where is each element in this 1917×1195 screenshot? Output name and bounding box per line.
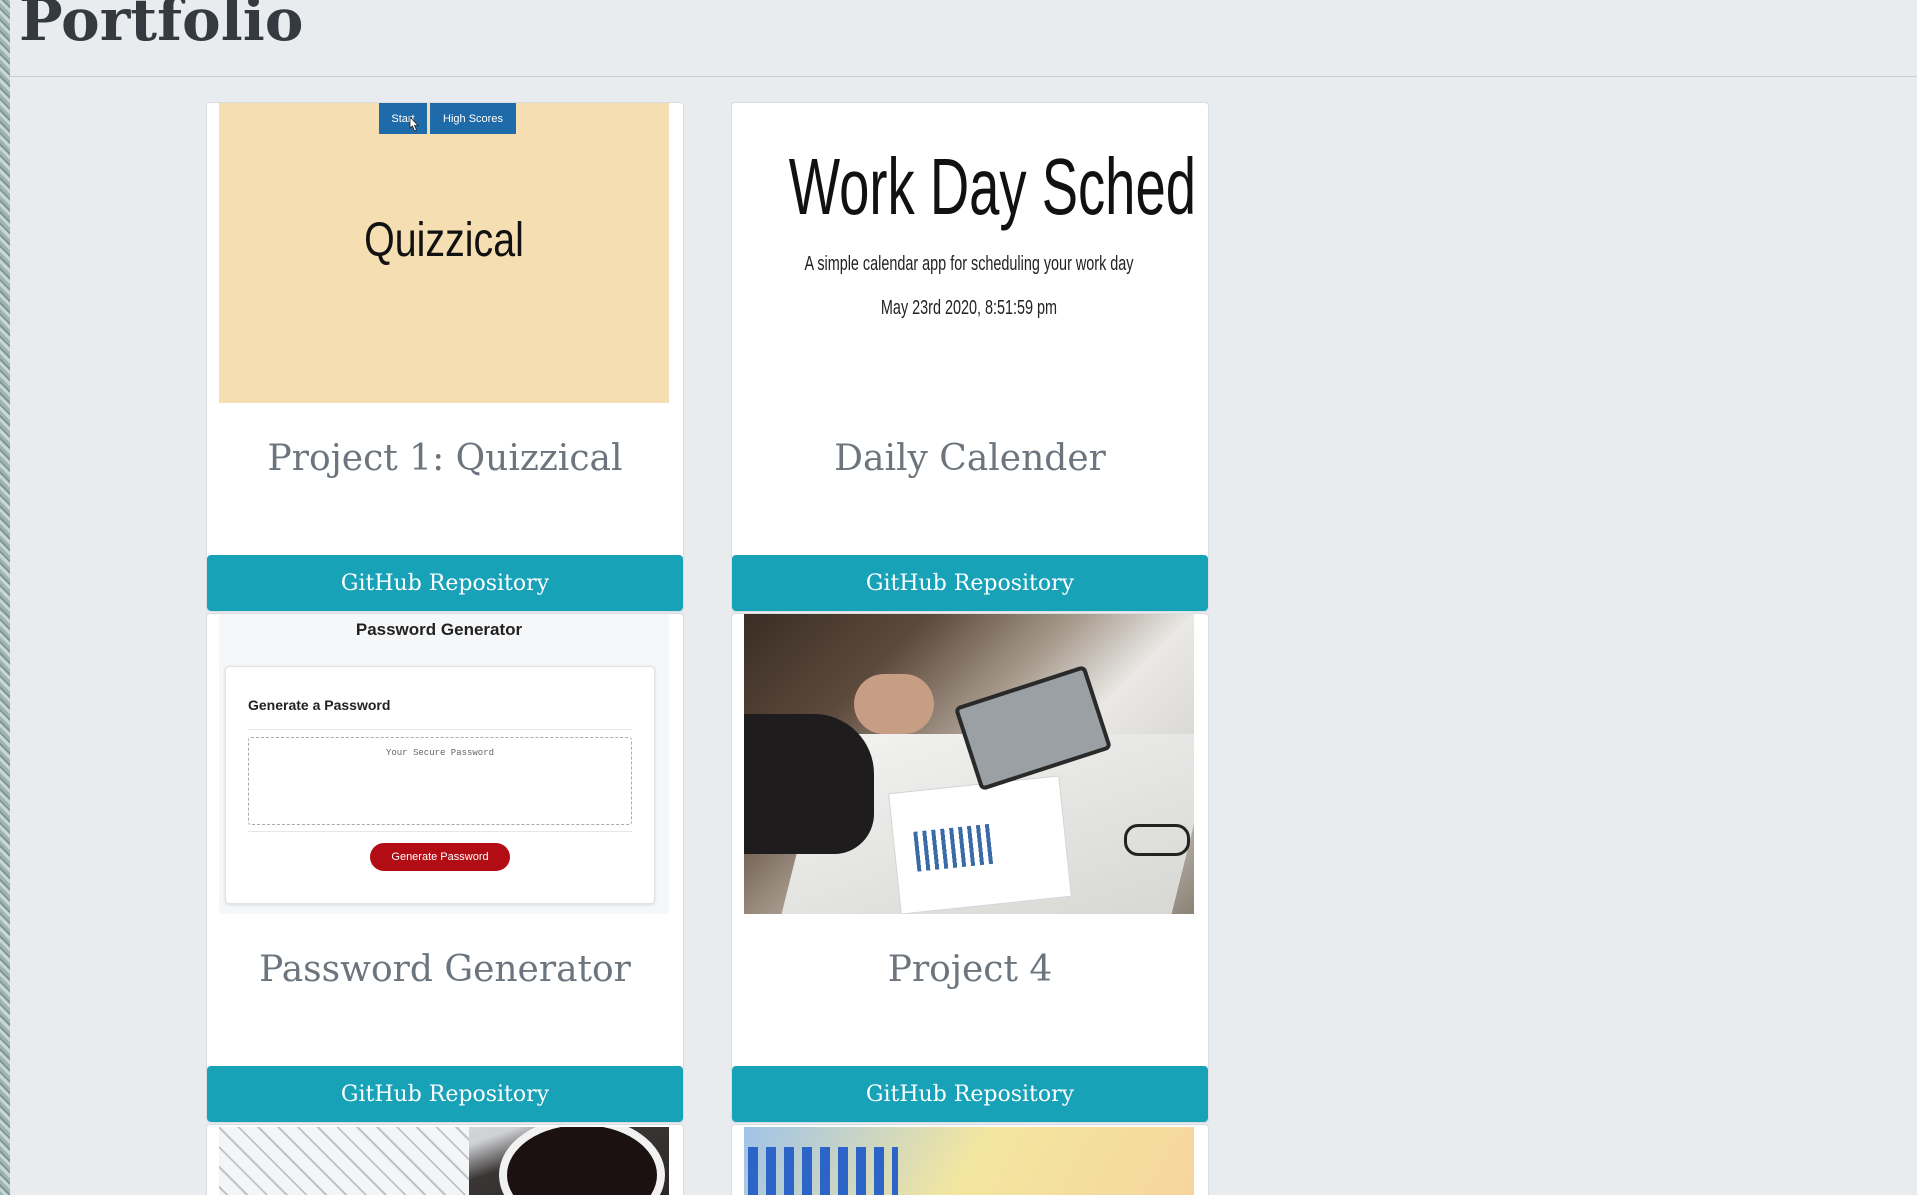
project-card-6-partial <box>731 1124 1209 1195</box>
pw-panel-title: Generate a Password <box>248 697 391 713</box>
github-repository-button[interactable]: GitHub Repository <box>207 1066 683 1122</box>
photo-glasses <box>1124 824 1190 856</box>
photo-keyboard <box>219 1127 469 1195</box>
pw-heading: Password Generator <box>355 620 523 639</box>
cursor-icon <box>409 116 419 132</box>
window-edge <box>0 0 10 1195</box>
scheduler-heading: Work Day Scheduler <box>788 142 1194 231</box>
password-generator-screenshot: Password Generator Generate a Password Y… <box>219 614 669 914</box>
project-card-project-4: Project 4 GitHub Repository <box>731 613 1209 1123</box>
pw-output-box: Your Secure Password <box>248 737 632 825</box>
scheduler-date: May 23rd 2020, 8:51:59 pm <box>880 297 1058 319</box>
pw-panel: Generate a Password Your Secure Password… <box>225 666 655 904</box>
card-title: Project 1: Quizzical <box>267 438 623 479</box>
pw-placeholder: Your Secure Password <box>385 748 495 758</box>
card-title: Daily Calender <box>834 438 1106 479</box>
quiz-high-scores-button: High Scores <box>430 103 516 134</box>
card-title: Password Generator <box>259 949 631 990</box>
photo-coffee-cup <box>499 1127 665 1195</box>
page-title: Portfolio <box>19 0 304 54</box>
scheduler-subheading: A simple calendar app for scheduling you… <box>804 253 1134 275</box>
pw-divider-2 <box>248 831 632 832</box>
keyboard-coffee-photo <box>219 1127 669 1195</box>
project-card-password-generator: Password Generator Generate a Password Y… <box>206 613 684 1123</box>
project-card-daily-calender: Work Day Scheduler A simple calendar app… <box>731 102 1209 612</box>
work-day-scheduler-screenshot: Work Day Scheduler A simple calendar app… <box>744 103 1194 403</box>
page-header: Portfolio <box>10 0 1917 77</box>
github-repository-button[interactable]: GitHub Repository <box>732 555 1208 611</box>
quiz-heading: Quizzical <box>364 214 524 267</box>
charts-photo <box>744 1127 1194 1195</box>
pw-divider <box>248 729 632 730</box>
photo-document <box>888 775 1072 914</box>
photo-bars <box>748 1147 898 1195</box>
card-title: Project 4 <box>887 949 1053 990</box>
business-meeting-photo <box>744 614 1194 914</box>
photo-arm-left <box>744 714 874 854</box>
project-card-5-partial <box>206 1124 684 1195</box>
github-repository-button[interactable]: GitHub Repository <box>207 555 683 611</box>
quizzical-screenshot: Start High Scores Quizzical <box>219 103 669 403</box>
photo-hand <box>854 674 934 734</box>
project-card-quizzical: Start High Scores Quizzical Project 1: Q… <box>206 102 684 612</box>
photo-chart <box>913 823 998 872</box>
pw-generate-button: Generate Password <box>370 843 510 871</box>
github-repository-button[interactable]: GitHub Repository <box>732 1066 1208 1122</box>
